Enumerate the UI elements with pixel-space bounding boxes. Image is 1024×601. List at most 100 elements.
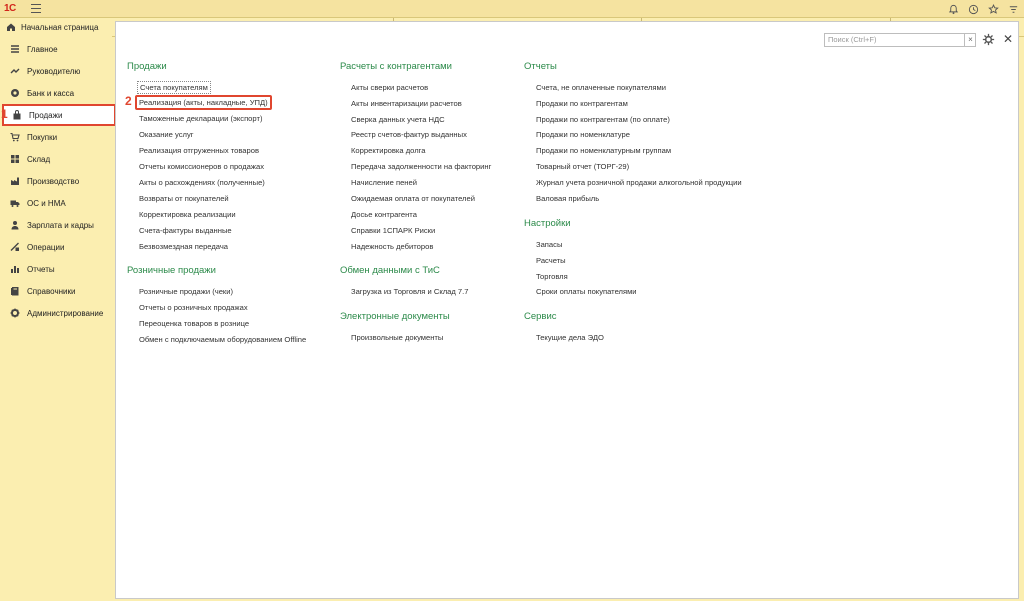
link-retail-revaluation[interactable]: Переоценка товаров в рознице xyxy=(139,318,249,329)
app-logo: 1С xyxy=(4,3,16,14)
link-reconciliation-acts[interactable]: Акты сверки расчетов xyxy=(351,82,428,93)
warehouse-icon xyxy=(10,154,20,164)
settings-gear-icon[interactable] xyxy=(982,33,996,47)
link-settlements-settings[interactable]: Расчеты xyxy=(536,255,566,266)
sidebar-item-operations[interactable]: Операции xyxy=(0,236,115,258)
link-services[interactable]: Оказание услуг xyxy=(139,129,194,140)
sidebar-item-director[interactable]: Руководителю xyxy=(0,60,115,82)
link-offline-exchange[interactable]: Обмен с подключаемым оборудованием Offli… xyxy=(139,334,306,345)
person-icon xyxy=(10,220,20,230)
link-customer-invoices[interactable]: Счета покупателям xyxy=(137,81,211,94)
link-trade[interactable]: Торговля xyxy=(536,271,568,282)
sidebar-item-sales[interactable]: Продажи xyxy=(2,104,116,126)
link-penalties[interactable]: Начисление пеней xyxy=(351,177,417,188)
link-sales-realization[interactable]: Реализация (акты, накладные, УПД) xyxy=(135,95,272,110)
sidebar-item-directories[interactable]: Справочники xyxy=(0,280,115,302)
link-customs-declarations[interactable]: Таможенные декларации (экспорт) xyxy=(139,113,262,124)
search-input[interactable]: Поиск (Ctrl+F) xyxy=(824,33,976,47)
sidebar-item-warehouse[interactable]: Склад xyxy=(0,148,115,170)
sidebar-item-label: Главное xyxy=(27,44,58,54)
link-retail-receipts[interactable]: Розничные продажи (чеки) xyxy=(139,286,233,297)
section-title-exchange: Обмен данными с ТиС xyxy=(340,265,440,276)
cart-icon xyxy=(10,132,20,142)
sidebar-item-production[interactable]: Производство xyxy=(0,170,115,192)
filter-icon[interactable] xyxy=(1006,2,1020,16)
sidebar-item-fixed-assets[interactable]: ОС и НМА xyxy=(0,192,115,214)
section-title-retail: Розничные продажи xyxy=(127,265,216,276)
main-panel: Поиск (Ctrl+F) × ✕ Продажи Счета покупат… xyxy=(115,21,1019,599)
bar-chart-icon xyxy=(10,264,20,274)
sidebar-item-main[interactable]: Главное xyxy=(0,38,115,60)
link-arbitrary-documents[interactable]: Произвольные документы xyxy=(351,332,443,343)
link-sales-by-counterparty[interactable]: Продажи по контрагентам xyxy=(536,98,628,109)
bag-icon xyxy=(12,110,22,120)
bell-icon[interactable] xyxy=(946,2,960,16)
sidebar-item-label: ОС и НМА xyxy=(27,198,66,208)
section-title-edocs: Электронные документы xyxy=(340,311,450,322)
link-debtor-reliability[interactable]: Надежность дебиторов xyxy=(351,241,433,252)
section-title-service: Сервис xyxy=(524,311,557,322)
star-icon[interactable] xyxy=(986,2,1000,16)
link-spark-risks[interactable]: Справки 1СПАРК Риски xyxy=(351,225,435,236)
link-vat-reconciliation[interactable]: Сверка данных учета НДС xyxy=(351,114,445,125)
link-sales-by-nomenclature[interactable]: Продажи по номенклатуре xyxy=(536,129,630,140)
link-sales-adjustment[interactable]: Корректировка реализации xyxy=(139,209,236,220)
section-title-settings: Настройки xyxy=(524,218,571,229)
operations-icon xyxy=(10,242,20,252)
link-free-transfer[interactable]: Безвозмездная передача xyxy=(139,241,228,252)
sidebar-item-administration[interactable]: Администрирование xyxy=(0,302,115,324)
link-counterparty-dossier[interactable]: Досье контрагента xyxy=(351,209,417,220)
section-title-sales: Продажи xyxy=(127,61,167,72)
main-menu-icon[interactable] xyxy=(31,4,41,13)
sidebar-item-label: Зарплата и кадры xyxy=(27,220,94,230)
link-payment-terms[interactable]: Сроки оплаты покупателями xyxy=(536,286,637,297)
tab-home[interactable]: Начальная страница xyxy=(0,18,112,37)
sidebar-item-label: Отчеты xyxy=(27,264,55,274)
menu-lines-icon xyxy=(10,44,20,54)
sidebar-item-label: Производство xyxy=(27,176,80,186)
link-customer-returns[interactable]: Возвраты от покупателей xyxy=(139,193,229,204)
trend-icon xyxy=(10,66,20,76)
sidebar-item-label: Продажи xyxy=(29,110,63,120)
section-title-reports: Отчеты xyxy=(524,61,557,72)
link-debt-adjustment[interactable]: Корректировка долга xyxy=(351,145,426,156)
home-icon xyxy=(6,22,16,34)
link-issued-invoices[interactable]: Счета-фактуры выданные xyxy=(139,225,232,236)
sidebar-item-label: Банк и касса xyxy=(27,88,75,98)
close-button[interactable]: ✕ xyxy=(1003,32,1015,46)
coin-icon xyxy=(10,88,20,98)
link-sales-by-counterparty-payment[interactable]: Продажи по контрагентам (по оплате) xyxy=(536,114,670,125)
link-unpaid-invoices[interactable]: Счета, не оплаченные покупателями xyxy=(536,82,666,93)
link-discrepancy-acts[interactable]: Акты о расхождениях (полученные) xyxy=(139,177,265,188)
sidebar-item-salary[interactable]: Зарплата и кадры xyxy=(0,214,115,236)
sidebar-item-reports[interactable]: Отчеты xyxy=(0,258,115,280)
top-bar: 1С xyxy=(0,0,1024,18)
link-sales-by-groups[interactable]: Продажи по номенклатурным группам xyxy=(536,145,671,156)
link-commission-reports[interactable]: Отчеты комиссионеров о продажах xyxy=(139,161,264,172)
truck-icon xyxy=(10,198,20,208)
link-import-77[interactable]: Загрузка из Торговля и Склад 7.7 xyxy=(351,286,468,297)
factory-icon xyxy=(10,176,20,186)
tab-home-label: Начальная страница xyxy=(21,23,99,32)
link-gross-profit[interactable]: Валовая прибыль xyxy=(536,193,599,204)
link-shipped-goods[interactable]: Реализация отгруженных товаров xyxy=(139,145,259,156)
sidebar-item-purchases[interactable]: Покупки xyxy=(0,126,115,148)
link-torg29[interactable]: Товарный отчет (ТОРГ-29) xyxy=(536,161,629,172)
link-invoice-register[interactable]: Реестр счетов-фактур выданных xyxy=(351,129,467,140)
sidebar-item-label: Покупки xyxy=(27,132,58,142)
link-current-edo-tasks[interactable]: Текущие дела ЭДО xyxy=(536,332,604,343)
link-alcohol-journal[interactable]: Журнал учета розничной продажи алкогольн… xyxy=(536,177,742,188)
link-inventory-acts[interactable]: Акты инвентаризации расчетов xyxy=(351,98,462,109)
link-stocks[interactable]: Запасы xyxy=(536,239,562,250)
sidebar-item-label: Склад xyxy=(27,154,51,164)
history-icon[interactable] xyxy=(966,2,980,16)
link-factoring[interactable]: Передача задолженности на факторинг xyxy=(351,161,491,172)
sidebar-item-label: Справочники xyxy=(27,286,76,296)
link-retail-reports[interactable]: Отчеты о розничных продажах xyxy=(139,302,248,313)
sidebar-item-bank[interactable]: Банк и касса xyxy=(0,82,115,104)
sidebar-item-label: Операции xyxy=(27,242,65,252)
top-icons xyxy=(946,2,1020,16)
gear-icon xyxy=(10,308,20,318)
link-expected-payment[interactable]: Ожидаемая оплата от покупателей xyxy=(351,193,475,204)
search-clear-button[interactable]: × xyxy=(964,33,976,47)
